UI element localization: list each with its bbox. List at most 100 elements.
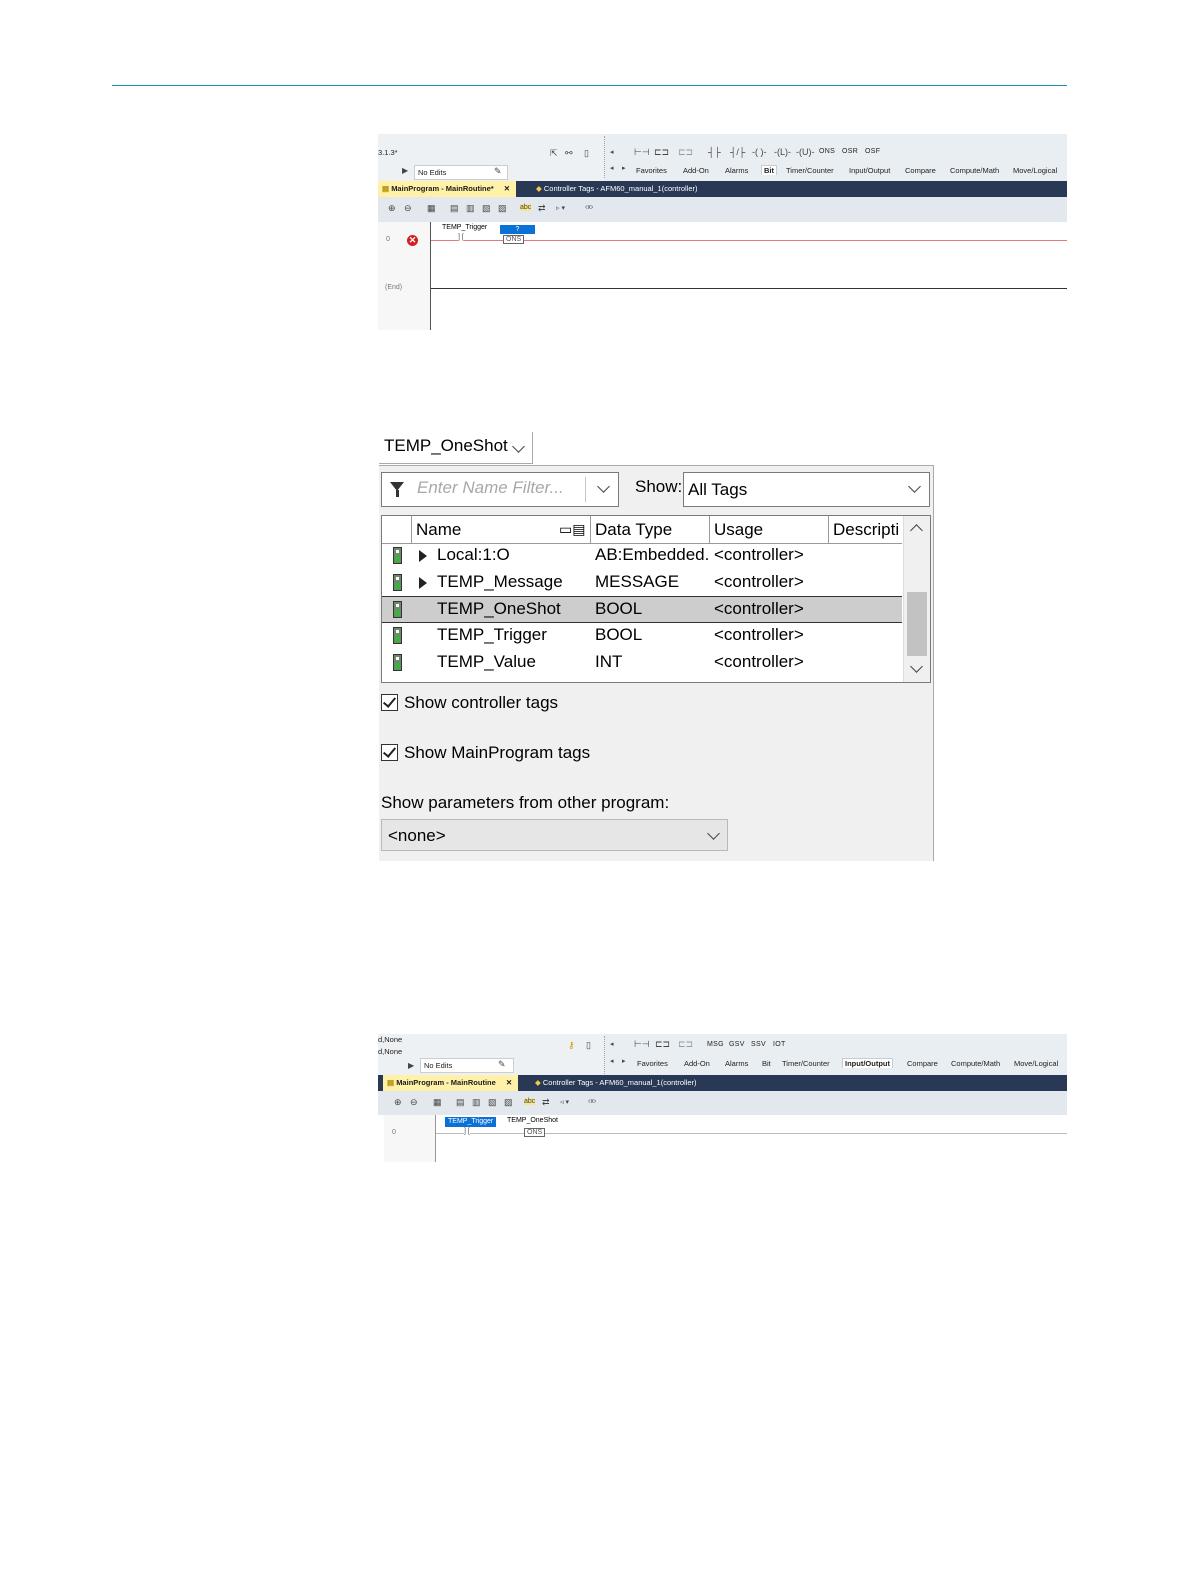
ssv-instruction-button[interactable]: SSV [751,1041,766,1048]
import-icon[interactable]: ▧ [482,203,491,214]
category-alarms[interactable]: Alarms [725,166,748,175]
scroll-left-icon[interactable]: ◂ [610,1040,614,1048]
export-icon[interactable]: ▥ [466,203,475,214]
category-timer-counter[interactable]: Timer/Counter [782,1059,830,1068]
pointer-icon[interactable]: ⇱ [550,148,558,159]
document-icon[interactable]: ▯ [586,1040,591,1051]
category-timer-counter[interactable]: Timer/Counter [786,166,834,175]
table-row[interactable]: TEMP_Trigger BOOL <controller> [382,622,902,649]
header-usage[interactable]: Usage [710,516,829,543]
header-name[interactable]: Name ▭▤ [412,516,591,543]
category-bit[interactable]: Bit [761,165,777,175]
table-row[interactable]: TEMP_Message MESSAGE <controller> [382,569,902,596]
category-next-icon[interactable]: ▸ [622,164,626,172]
osf-instruction-button[interactable]: OSF [865,148,880,155]
swap-icon[interactable]: ⇄ [542,1097,550,1108]
ons-operand[interactable]: ? [500,225,535,234]
tag-selector-field[interactable]: TEMP_OneShot [379,432,533,464]
tab-controller-tags[interactable]: ◆ Controller Tags - AFM60_manual_1(contr… [535,1075,697,1091]
name-filter-input[interactable]: Enter Name Filter... [381,472,619,507]
xic-contact[interactable]: ] [ [464,1128,470,1135]
play-icon[interactable]: ▶ [402,166,408,175]
close-icon[interactable]: ✕ [506,1078,512,1087]
import-icon[interactable]: ▧ [488,1097,497,1108]
category-prev-icon[interactable]: ◂ [610,1057,614,1065]
otu-icon[interactable]: -(U)- [796,147,815,157]
chevron-down-icon[interactable] [707,827,720,840]
tag-display-icon[interactable]: abc [520,204,532,211]
scrollbar-thumb[interactable] [907,592,927,656]
find-icon[interactable]: ‹x› [585,204,593,211]
header-description[interactable]: Descripti [829,516,902,543]
zoom-in-icon[interactable]: ⊕ [388,203,396,214]
contact-tag-label[interactable]: TEMP_Trigger [442,224,487,231]
category-add-on[interactable]: Add-On [684,1059,710,1068]
ladder-view-icon[interactable]: ▦ [427,203,436,214]
play-icon[interactable]: ▶ [408,1061,414,1070]
expand-arrow-icon[interactable] [419,550,427,562]
category-favorites[interactable]: Favorites [637,1059,668,1068]
ons-instruction[interactable]: ONS [524,1128,546,1137]
key-icon[interactable]: ⚷ [568,1040,575,1051]
ote-icon[interactable]: -( )- [752,147,767,157]
export-icon[interactable]: ▥ [472,1097,481,1108]
scroll-down-icon[interactable] [910,660,923,673]
vertical-scrollbar[interactable] [903,516,930,682]
ons-instruction[interactable]: ONS [503,235,525,244]
category-alarms[interactable]: Alarms [725,1059,748,1068]
toolbar-grip[interactable] [604,1036,607,1078]
category-compute-math[interactable]: Compute/Math [950,166,999,175]
category-move-logical[interactable]: Move/Logical [1013,166,1057,175]
otl-icon[interactable]: -(L)- [774,147,791,157]
category-input-output[interactable]: Input/Output [849,166,890,175]
category-compare[interactable]: Compare [905,166,936,175]
category-bit[interactable]: Bit [762,1059,771,1068]
edit-pencil-icon[interactable]: ✎ [498,1059,506,1070]
rung-icon[interactable]: ⊢⊣ [634,1039,650,1050]
verify-icon[interactable]: ▤ [450,203,459,214]
category-favorites[interactable]: Favorites [636,166,667,175]
branch-icon[interactable]: ⊏⊐ [654,147,669,158]
show-mainprogram-tags-checkbox[interactable] [381,744,398,761]
close-icon[interactable]: ✕ [504,184,510,193]
xic-icon[interactable]: ┤├ [708,147,721,157]
tab-controller-tags[interactable]: ◆ Controller Tags - AFM60_manual_1(contr… [536,181,698,197]
tab-main-routine[interactable]: ▤ MainProgram - MainRoutine* ✕ [378,181,517,197]
verify-icon[interactable]: ▤ [456,1097,465,1108]
category-compute-math[interactable]: Compute/Math [951,1059,1000,1068]
scroll-left-icon[interactable]: ◂ [610,148,614,156]
show-chevron-down-icon[interactable] [908,480,921,493]
document-icon[interactable]: ▯ [584,148,589,159]
xio-icon[interactable]: ┤/├ [730,147,745,157]
osr-instruction-button[interactable]: OSR [842,148,858,155]
branch-level-icon[interactable]: ⊏⊐ [678,147,693,158]
tab-main-routine[interactable]: ▤ MainProgram - MainRoutine ✕ [383,1075,519,1091]
zoom-out-icon[interactable]: ⊖ [404,203,412,214]
chevron-down-icon[interactable] [512,440,525,453]
bookmark-icon[interactable]: ▨ [504,1097,513,1108]
header-data-type[interactable]: Data Type [591,516,710,543]
show-controller-tags-checkbox[interactable] [381,694,398,711]
zoom-out-icon[interactable]: ⊖ [410,1097,418,1108]
tag-display-icon[interactable]: abc [524,1098,536,1105]
scroll-up-icon[interactable] [910,524,923,537]
category-prev-icon[interactable]: ◂ [610,164,614,172]
msg-instruction-button[interactable]: MSG [707,1041,724,1048]
toolbar-grip[interactable] [604,136,607,178]
find-icon[interactable]: ‹x› [588,1098,596,1105]
network-icon[interactable]: ⚯ [565,148,573,159]
category-input-output[interactable]: Input/Output [842,1058,893,1068]
table-row[interactable]: Local:1:O AB:Embedded... <controller> [382,542,902,569]
table-row[interactable]: TEMP_Value INT <controller> [382,649,902,676]
branch-icon[interactable]: ⊏⊐ [655,1039,670,1050]
xic-contact[interactable]: ] [ [458,234,464,241]
category-add-on[interactable]: Add-On [683,166,709,175]
zoom-in-icon[interactable]: ⊕ [394,1097,402,1108]
contact-tag-selected[interactable]: TEMP_Trigger [445,1117,497,1127]
bookmark-icon[interactable]: ▨ [498,203,507,214]
iot-instruction-button[interactable]: IOT [773,1041,786,1048]
ons-tag-label[interactable]: TEMP_OneShot [507,1117,558,1124]
table-row-selected[interactable]: TEMP_OneShot BOOL <controller> [382,596,902,623]
expand-arrow-icon[interactable] [419,577,427,589]
filter-chevron-down-icon[interactable] [597,480,610,493]
